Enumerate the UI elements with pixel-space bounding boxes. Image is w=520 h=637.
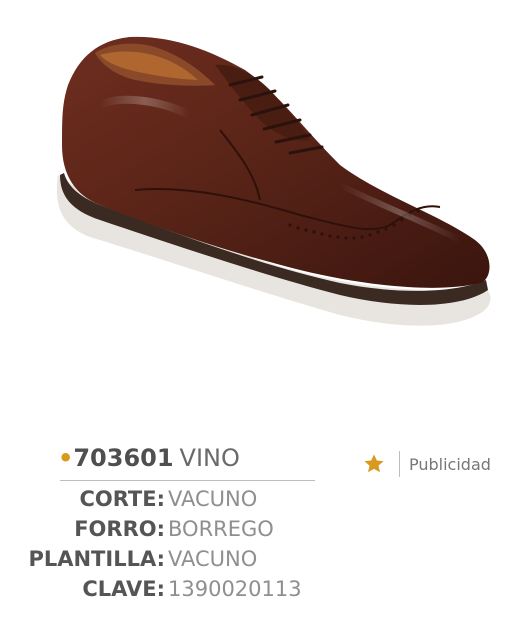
- spec-value: VACUNO: [168, 487, 258, 511]
- product-title: •703601 VINO: [58, 444, 240, 476]
- product-color: VINO: [179, 444, 240, 472]
- spec-value: BORREGO: [168, 517, 274, 541]
- ad-separator: [399, 451, 400, 477]
- product-image: [40, 25, 500, 355]
- spec-row-clave: CLAVE: 1390020113: [0, 576, 520, 602]
- spec-row-forro: FORRO: BORREGO: [0, 516, 520, 542]
- spec-row-plantilla: PLANTILLA: VACUNO: [0, 546, 520, 572]
- shoe-illustration: [56, 36, 491, 326]
- title-divider: [60, 480, 315, 481]
- spec-value: VACUNO: [168, 547, 258, 571]
- product-code: 703601: [73, 444, 174, 472]
- spec-label: PLANTILLA:: [28, 547, 165, 571]
- spec-label: CLAVE:: [82, 577, 165, 601]
- spec-value: 1390020113: [168, 577, 302, 601]
- spec-row-corte: CORTE: VACUNO: [0, 486, 520, 512]
- bullet-marker: •: [58, 444, 74, 472]
- ad-widget: Publicidad: [363, 449, 491, 479]
- ad-label: Publicidad: [409, 454, 491, 474]
- spec-label: CORTE:: [79, 487, 165, 511]
- star-icon[interactable]: [363, 453, 385, 475]
- spec-label: FORRO:: [74, 517, 165, 541]
